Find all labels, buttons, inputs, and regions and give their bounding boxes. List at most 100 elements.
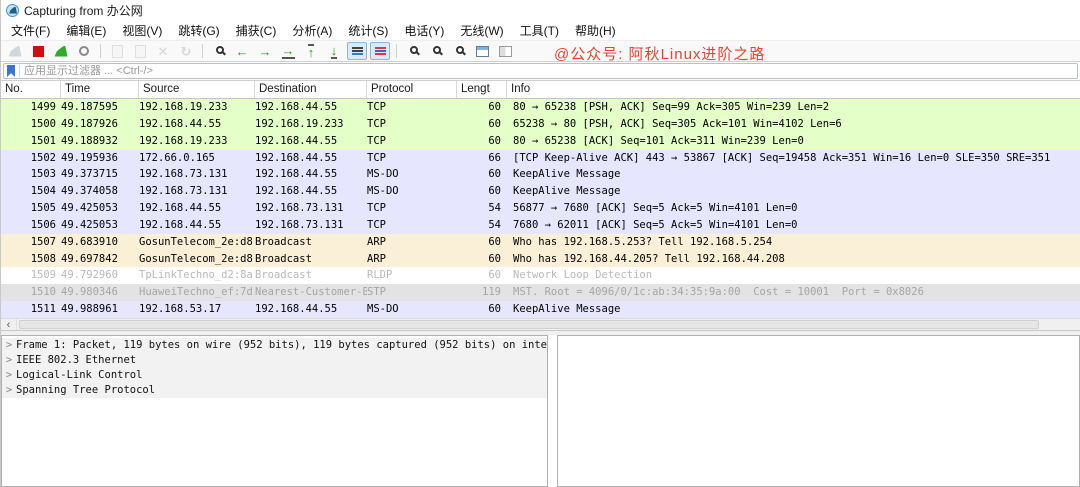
column-header[interactable]: Lengt [457, 81, 507, 98]
packet-detail-row[interactable]: > IEEE 802.3 Ethernet [2, 353, 547, 368]
column-header[interactable]: Destination [255, 81, 367, 98]
menu-item[interactable]: 无线(W) [452, 20, 511, 41]
window-title: Capturing from 办公网 [24, 2, 143, 19]
packet-destination: Broadcast [255, 234, 367, 251]
capture-options-icon[interactable] [74, 42, 94, 60]
close-file-icon[interactable]: ✕ [153, 42, 173, 60]
menu-item[interactable]: 捕获(C) [228, 20, 285, 41]
packet-row[interactable]: 1509 49.792960 TpLinkTechno_d2:8a:… Broa… [1, 267, 1080, 284]
go-forward-icon[interactable]: → [255, 42, 275, 60]
chevron-right-icon[interactable]: > [2, 338, 16, 353]
packet-destination: 192.168.73.131 [255, 217, 367, 234]
packet-row[interactable]: 1508 49.697842 GosunTelecom_2e:d8:… Broa… [1, 251, 1080, 268]
packet-row[interactable]: 1511 49.988961 192.168.53.17 192.168.44.… [1, 301, 1080, 318]
menu-item[interactable]: 分析(A) [284, 20, 340, 41]
packet-row[interactable]: 1507 49.683910 GosunTelecom_2e:d8:… Broa… [1, 234, 1080, 251]
hex-row[interactable]: 0000 01 80 c2 00 00 00 c8 0c c8 ef 7d 10… [562, 339, 1079, 352]
packet-length: 54 [457, 217, 507, 234]
hex-row[interactable]: 0020 27 11 80 00 c8 0c c8 ef 7d 10 80 26… [562, 366, 1079, 379]
packet-protocol: MS-DO [367, 166, 457, 183]
packet-source: 192.168.44.55 [139, 217, 255, 234]
packet-time: 49.697842 [61, 251, 139, 268]
packet-no: 1507 [1, 234, 61, 251]
scroll-left-arrow-icon[interactable]: ‹ [1, 319, 17, 330]
column-header[interactable]: No. [1, 81, 61, 98]
save-file-icon[interactable] [130, 42, 150, 60]
packet-row[interactable]: 1500 49.187926 192.168.44.55 192.168.19.… [1, 116, 1080, 133]
display-filter-input[interactable] [24, 64, 1077, 78]
menu-item[interactable]: 文件(F) [3, 20, 58, 41]
hex-row[interactable]: 0050 00 00 00 00 00 00 00 00 00 00 ac 36… [562, 406, 1079, 419]
packet-row[interactable]: 1503 49.373715 192.168.73.131 192.168.44… [1, 166, 1080, 183]
bookmark-icon[interactable] [7, 65, 15, 77]
packet-destination: 192.168.44.55 [255, 301, 367, 318]
packet-destination: 192.168.73.131 [255, 200, 367, 217]
packet-time: 49.187595 [61, 99, 139, 116]
packet-row[interactable]: 1504 49.374058 192.168.73.131 192.168.44… [1, 183, 1080, 200]
auto-scroll-icon[interactable] [347, 42, 367, 60]
hex-row[interactable]: 0060 3c d4 b8 38 21 d8 ab 26 de 62 00 00… [562, 419, 1079, 432]
packet-length: 66 [457, 150, 507, 167]
packet-row[interactable]: 1501 49.188932 192.168.19.233 192.168.44… [1, 133, 1080, 150]
go-to-top-icon[interactable]: ↑ [301, 42, 321, 60]
menu-item[interactable]: 帮助(H) [567, 20, 624, 41]
menu-item[interactable]: 跳转(G) [170, 20, 227, 41]
packet-length: 119 [457, 284, 507, 301]
menu-item[interactable]: 编辑(E) [58, 20, 114, 41]
menu-item[interactable]: 统计(S) [340, 20, 396, 41]
zoom-in-icon[interactable] [403, 42, 423, 60]
filter-divider [19, 65, 20, 77]
open-file-icon[interactable] [107, 42, 127, 60]
resize-columns-icon[interactable] [472, 42, 492, 60]
start-capture-icon[interactable] [5, 42, 25, 60]
scrollbar-thumb[interactable] [19, 320, 1039, 329]
packet-detail-row[interactable]: > Frame 1: Packet, 119 bytes on wire (95… [2, 338, 547, 353]
packet-info: KeepAlive Message [507, 166, 1080, 183]
chevron-right-icon[interactable]: > [2, 353, 16, 368]
menu-item[interactable]: 电话(Y) [396, 20, 452, 41]
column-header[interactable]: Info [507, 81, 1080, 98]
packet-no: 1501 [1, 133, 61, 150]
packet-no: 1503 [1, 166, 61, 183]
go-to-bottom-icon[interactable]: ↓ [324, 42, 344, 60]
go-to-packet-icon[interactable]: → [278, 42, 298, 60]
reload-file-icon[interactable]: ↻ [176, 42, 196, 60]
zoom-original-icon[interactable] [449, 42, 469, 60]
restart-capture-icon[interactable] [51, 42, 71, 60]
chevron-right-icon[interactable]: > [2, 383, 16, 398]
find-packet-icon[interactable] [209, 42, 229, 60]
packet-time: 49.187926 [61, 116, 139, 133]
horizontal-scrollbar[interactable]: ‹ [1, 318, 1080, 331]
title-bar: Capturing from 办公网 [1, 0, 1080, 20]
packet-row[interactable]: 1502 49.195936 172.66.0.165 192.168.44.5… [1, 150, 1080, 167]
zoom-out-icon[interactable] [426, 42, 446, 60]
packet-time: 49.980346 [61, 284, 139, 301]
stop-capture-icon[interactable] [28, 42, 48, 60]
hex-row[interactable]: 0070 c8 0c c8 ef 7d 10 14 ····}·· [562, 433, 1079, 446]
hex-row[interactable]: 0030 02 00 0f 00 00 00 40 00 63 38 30 63… [562, 379, 1079, 392]
packet-info: 56877 → 7680 [ACK] Seq=5 Ack=5 Win=4101 … [507, 200, 1080, 217]
packet-no: 1510 [1, 284, 61, 301]
packet-row[interactable]: 1505 49.425053 192.168.44.55 192.168.73.… [1, 200, 1080, 217]
menu-item[interactable]: 工具(T) [512, 20, 567, 41]
hex-row[interactable]: 0010 03 00 00 03 02 7c 10 00 1c ab 34 35… [562, 352, 1079, 365]
packet-protocol: TCP [367, 200, 457, 217]
packet-row[interactable]: 1510 49.980346 HuaweiTechno_ef:7d:… Near… [1, 284, 1080, 301]
reset-layout-icon[interactable] [495, 42, 515, 60]
scrollbar-track[interactable] [17, 319, 1080, 330]
column-header[interactable]: Time [61, 81, 139, 98]
hex-row[interactable]: 0040 37 64 31 30 00 00 00 00 00 00 00 00… [562, 393, 1079, 406]
packet-protocol: RLDP [367, 267, 457, 284]
column-header[interactable]: Protocol [367, 81, 457, 98]
packet-detail-row[interactable]: > Spanning Tree Protocol [2, 383, 547, 398]
detail-label: Frame 1: Packet, 119 bytes on wire (952 … [16, 338, 547, 353]
packet-row[interactable]: 1499 49.187595 192.168.19.233 192.168.44… [1, 99, 1080, 116]
packet-row[interactable]: 1506 49.425053 192.168.44.55 192.168.73.… [1, 217, 1080, 234]
packet-detail-row[interactable]: > Logical-Link Control [2, 368, 547, 383]
colorize-icon[interactable] [370, 42, 390, 60]
packet-no: 1499 [1, 99, 61, 116]
menu-item[interactable]: 视图(V) [114, 20, 170, 41]
column-header[interactable]: Source [139, 81, 255, 98]
chevron-right-icon[interactable]: > [2, 368, 16, 383]
go-back-icon[interactable]: ← [232, 42, 252, 60]
